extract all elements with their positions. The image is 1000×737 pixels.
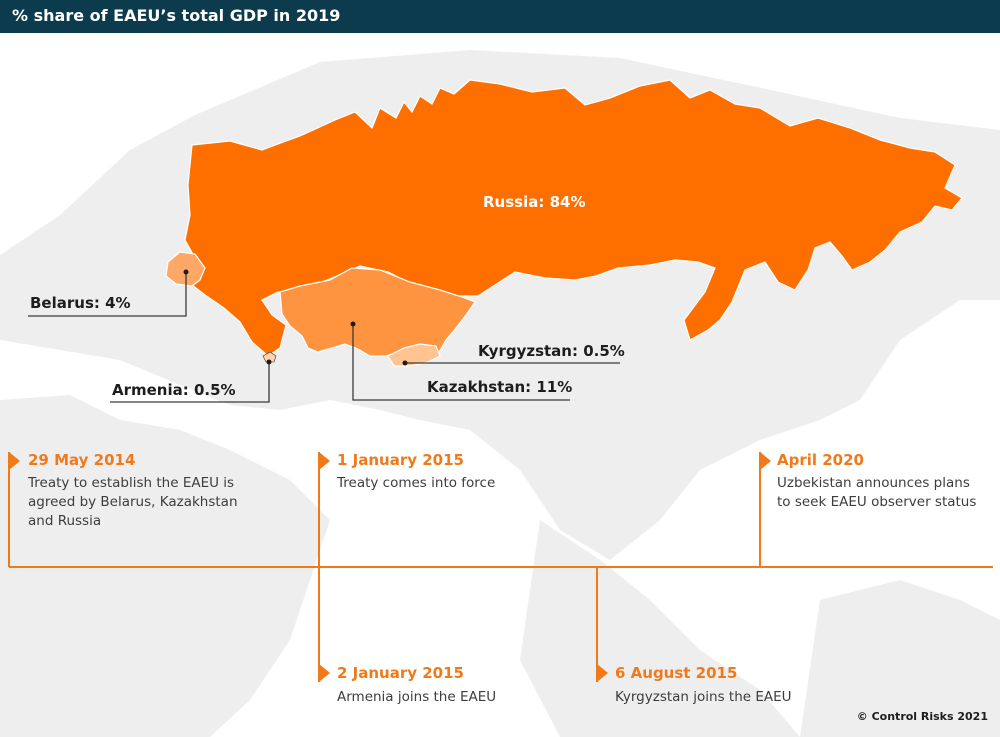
event-text-line: Treaty comes into force [337, 475, 496, 491]
event-text-1-january-2015: Treaty comes into force [337, 474, 617, 493]
label-russia: Russia: 84% [483, 193, 586, 211]
event-date-2-january-2015: 2 January 2015 [337, 664, 464, 682]
label-belarus: Belarus: 4% [30, 294, 131, 312]
flag-2-january-2015 [319, 664, 330, 682]
armenia-dot [266, 359, 272, 365]
event-text-29-may-2014: Treaty to establish the EAEU is agreed b… [28, 474, 298, 531]
belarus-dot [183, 269, 189, 275]
kyrgyzstan-dot [402, 360, 408, 366]
event-date-april-2020: April 2020 [777, 451, 864, 469]
event-date-29-may-2014: 29 May 2014 [28, 451, 136, 469]
kazakhstan-dot [350, 321, 356, 327]
flag-april-2020 [760, 452, 771, 470]
event-text-line: Kyrgyzstan joins the EAEU [615, 689, 792, 705]
event-text-line: Treaty to establish the EAEU is [28, 475, 235, 491]
event-date-1-january-2015: 1 January 2015 [337, 451, 464, 469]
event-date-6-august-2015: 6 August 2015 [615, 664, 738, 682]
event-text-line: to seek EAEU observer status [777, 494, 977, 510]
flag-1-january-2015 [319, 452, 330, 470]
label-armenia: Armenia: 0.5% [112, 381, 236, 399]
event-text-line: agreed by Belarus, Kazakhstan [28, 494, 238, 510]
eaeu-map [0, 50, 1000, 737]
copyright-credit: © Control Risks 2021 [856, 710, 988, 723]
event-text-line: and Russia [28, 513, 102, 529]
event-text-line: Uzbekistan announces plans [777, 475, 970, 491]
event-text-2-january-2015: Armenia joins the EAEU [337, 688, 587, 707]
event-text-line: Armenia joins the EAEU [337, 689, 497, 705]
event-text-6-august-2015: Kyrgyzstan joins the EAEU [615, 688, 865, 707]
label-kazakhstan: Kazakhstan: 11% [427, 378, 573, 396]
event-text-april-2020: Uzbekistan announces plans to seek EAEU … [777, 474, 997, 512]
label-kyrgyzstan: Kyrgyzstan: 0.5% [478, 342, 625, 360]
